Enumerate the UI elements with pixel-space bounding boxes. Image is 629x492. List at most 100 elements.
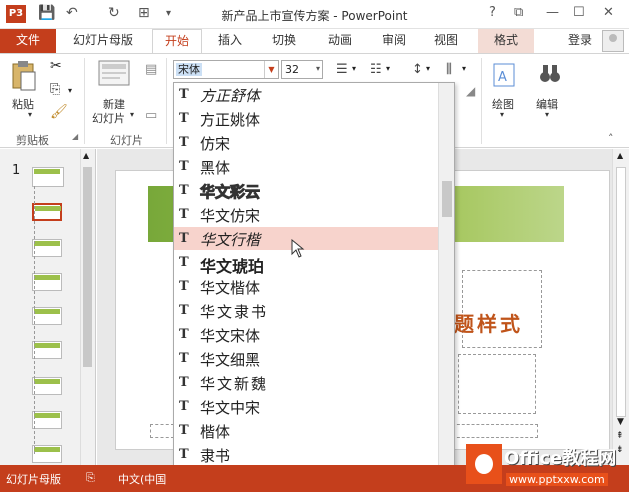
font-item[interactable]: T 隶书	[174, 443, 439, 466]
tab-review[interactable]: 审阅	[372, 29, 416, 53]
font-item[interactable]: T 黑体	[174, 155, 439, 178]
font-item-name[interactable]: 方正舒体	[200, 85, 260, 106]
font-item-name[interactable]: 华文新魏	[200, 373, 268, 394]
thumbnail-scrollbar[interactable]: ▲	[80, 149, 94, 465]
font-item[interactable]: T 方正舒体	[174, 83, 439, 106]
cut-icon[interactable]: ✂	[50, 58, 62, 74]
font-item[interactable]: T 华文彩云	[174, 179, 439, 202]
layout-thumbnail[interactable]	[32, 341, 62, 359]
scrollbar-thumb[interactable]	[442, 181, 452, 217]
font-item[interactable]: T 华文隶书	[174, 299, 439, 322]
format-painter-icon[interactable]: 🖌	[50, 104, 68, 120]
editing-dropdown-icon[interactable]: ▾	[545, 110, 549, 119]
new-slide-icon[interactable]	[98, 60, 132, 88]
date-placeholder[interactable]	[150, 424, 174, 438]
font-item-name[interactable]: 黑体	[200, 157, 230, 178]
font-item-name[interactable]: 华文中宋	[200, 397, 260, 418]
previous-slide-icon[interactable]: ⇞	[616, 431, 624, 441]
font-item-name[interactable]: 华文琥珀	[200, 253, 264, 277]
maximize-button[interactable]: ☐	[573, 5, 585, 20]
font-item-name[interactable]: 隶书	[200, 445, 230, 466]
layout-thumbnail[interactable]	[32, 273, 62, 291]
master-thumbnail[interactable]	[32, 167, 64, 187]
clipboard-launcher-icon[interactable]: ◢	[72, 132, 78, 141]
line-spacing-icon[interactable]: ↕	[412, 62, 423, 77]
scrollbar-thumb[interactable]	[83, 167, 92, 367]
font-item[interactable]: T 方正姚体	[174, 107, 439, 130]
layout-thumbnail[interactable]	[32, 377, 62, 395]
scrollbar-thumb[interactable]	[616, 167, 626, 417]
text-direction-dropdown-icon[interactable]: ▾	[462, 64, 466, 73]
font-item-name[interactable]: 华文仿宋	[200, 205, 260, 226]
slide-scrollbar[interactable]: ▲ ▼ ⇞ ⇟	[612, 149, 629, 465]
font-item-name[interactable]: 华文隶书	[200, 301, 268, 322]
font-list-scrollbar[interactable]	[438, 83, 454, 491]
font-item[interactable]: T 华文中宋	[174, 395, 439, 418]
font-item-name[interactable]: 华文楷体	[200, 277, 260, 298]
number-placeholder[interactable]	[452, 424, 538, 438]
find-binoculars-icon[interactable]	[538, 62, 562, 86]
text-direction-icon[interactable]: ⫼	[446, 62, 452, 77]
font-size-value[interactable]: 32	[285, 63, 299, 76]
font-name-value[interactable]: 宋体	[176, 63, 202, 76]
help-button[interactable]: ?	[489, 5, 496, 20]
collapse-ribbon-icon[interactable]: ˄	[608, 132, 614, 145]
content-placeholder[interactable]	[458, 354, 536, 414]
layout-thumbnail[interactable]	[32, 307, 62, 325]
font-item-name[interactable]: 华文宋体	[200, 325, 260, 346]
font-item-name[interactable]: 方正姚体	[200, 109, 260, 130]
tab-insert[interactable]: 插入	[208, 29, 252, 53]
font-size-combobox[interactable]: 32 ▾	[281, 60, 323, 79]
tab-view[interactable]: 视图	[424, 29, 468, 53]
numbering-dropdown-icon[interactable]: ▾	[386, 64, 390, 73]
font-item-name[interactable]: 华文彩云	[199, 181, 260, 202]
paste-dropdown-icon[interactable]: ▾	[28, 110, 32, 119]
drawing-shapes-icon[interactable]: A	[492, 62, 518, 90]
login-link[interactable]: 登录	[562, 29, 598, 53]
font-item[interactable]: T 华文细黑	[174, 347, 439, 370]
paste-icon[interactable]	[10, 60, 38, 92]
bullets-dropdown-icon[interactable]: ▾	[352, 64, 356, 73]
copy-dropdown-icon[interactable]: ▾	[68, 86, 72, 95]
layout-thumbnail[interactable]	[32, 411, 62, 429]
minimize-button[interactable]: —	[546, 5, 559, 20]
ribbon-display-options-button[interactable]: ⧉	[514, 5, 523, 20]
drawing-dropdown-icon[interactable]: ▾	[500, 110, 504, 119]
font-item[interactable]: T 华文仿宋	[174, 203, 439, 226]
avatar[interactable]	[602, 30, 624, 52]
font-item[interactable]: T 华文琥珀	[174, 251, 439, 277]
scroll-up-icon[interactable]: ▲	[617, 151, 623, 160]
section-icon[interactable]: ▭	[145, 108, 157, 123]
font-dropdown-list[interactable]: T 方正舒体 T 方正姚体 T 仿宋 T 黑体 T 华文彩云 T 华文仿宋 T …	[173, 82, 455, 492]
language-indicator[interactable]: 中文(中国	[118, 471, 166, 487]
bullets-icon[interactable]: ☰	[336, 62, 348, 77]
font-item-name[interactable]: 华文行楷	[200, 229, 260, 250]
font-item[interactable]: T 华文新魏	[174, 371, 439, 394]
layout-icon[interactable]: ▤	[145, 62, 157, 77]
font-item-name[interactable]: 楷体	[200, 421, 230, 442]
numbering-icon[interactable]: ☷	[370, 62, 382, 77]
new-slide-dropdown-icon[interactable]: ▾	[130, 110, 134, 119]
font-size-dropdown-icon[interactable]: ▾	[316, 64, 320, 73]
close-button[interactable]: ✕	[603, 5, 614, 20]
tab-home[interactable]: 开始	[152, 29, 202, 54]
font-item-hovered[interactable]: T 华文行楷	[174, 227, 439, 250]
slide-title-text[interactable]: 题样式	[454, 308, 523, 337]
font-launcher-icon[interactable]: ◢	[466, 84, 475, 98]
layout-thumbnail[interactable]	[32, 445, 62, 463]
tab-slide-master[interactable]: 幻灯片母版	[68, 29, 138, 53]
tab-transitions[interactable]: 切换	[262, 29, 306, 53]
layout-thumbnail[interactable]	[32, 239, 62, 257]
spelling-icon[interactable]: ⎘	[86, 471, 95, 485]
scroll-down-icon[interactable]: ▼	[617, 417, 624, 427]
font-item[interactable]: T 华文宋体	[174, 323, 439, 346]
tab-format[interactable]: 格式	[478, 29, 534, 53]
font-name-combobox[interactable]: 宋体 ▼	[173, 60, 279, 79]
font-item[interactable]: T 楷体	[174, 419, 439, 442]
font-item[interactable]: T 仿宋	[174, 131, 439, 154]
layout-thumbnail-selected[interactable]	[32, 203, 62, 221]
font-name-dropdown-icon[interactable]: ▼	[264, 61, 278, 78]
line-spacing-dropdown-icon[interactable]: ▾	[426, 64, 430, 73]
font-item-name[interactable]: 华文细黑	[200, 349, 260, 370]
new-slide-label-2[interactable]: 幻灯片	[92, 110, 125, 126]
